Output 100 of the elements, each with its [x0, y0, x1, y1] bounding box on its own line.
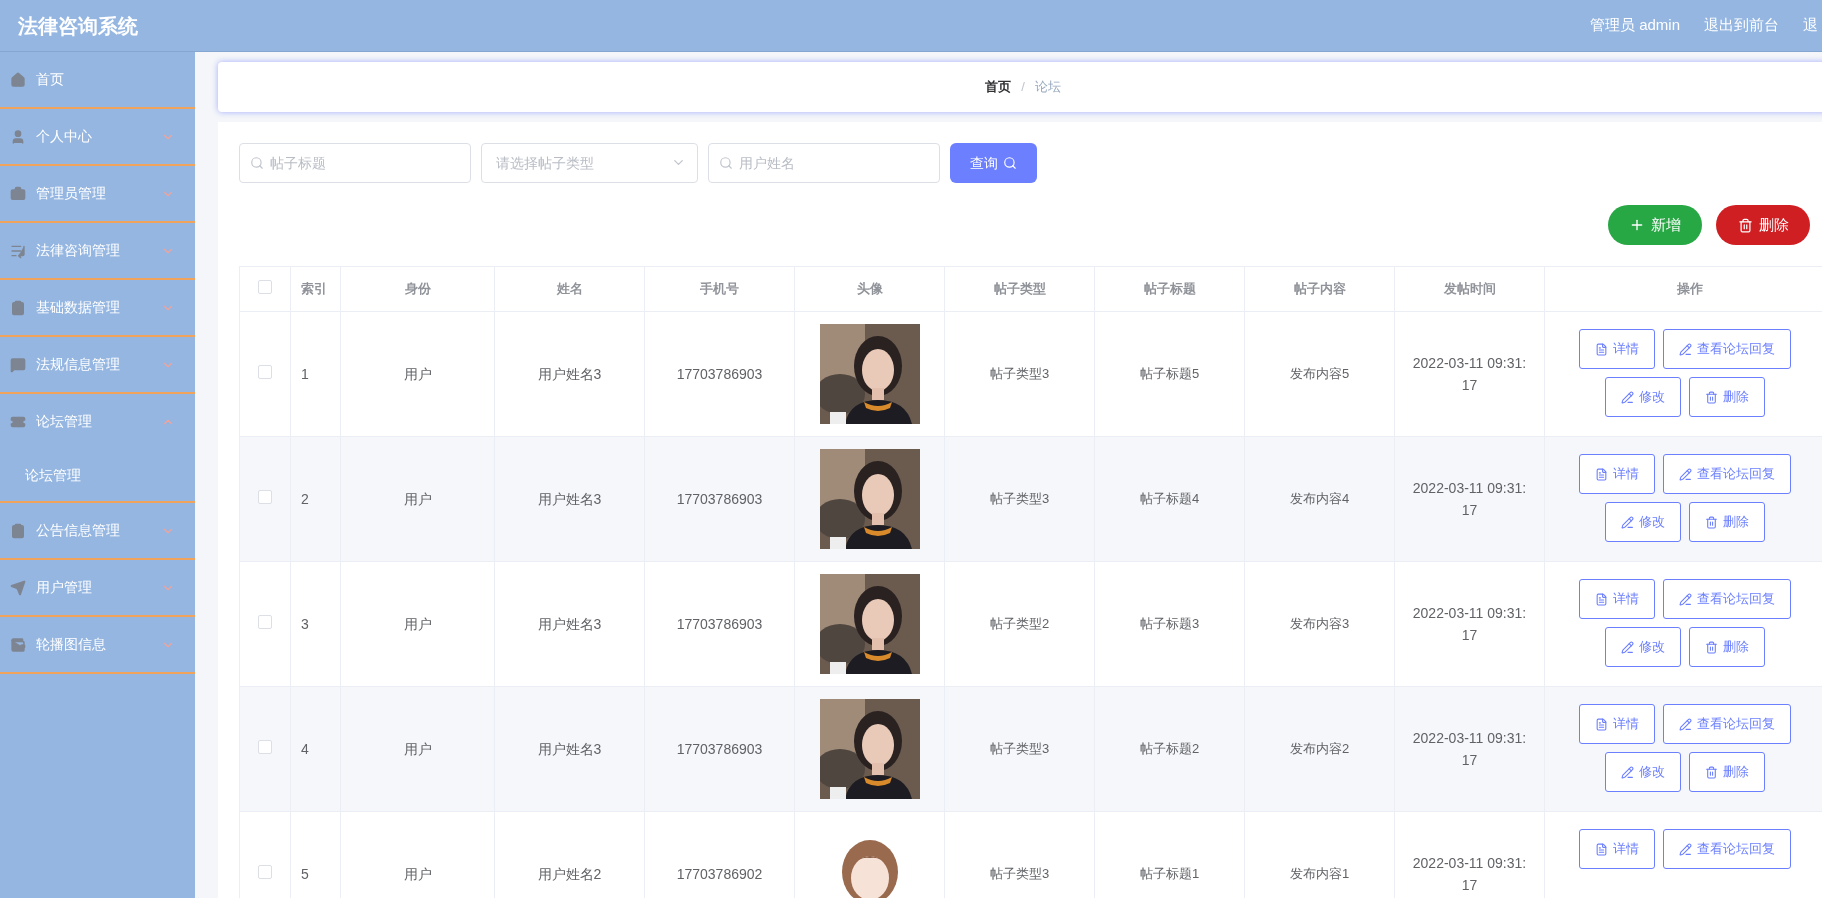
breadcrumb-link[interactable]: 首页 [985, 77, 1012, 97]
search-icon [250, 156, 264, 170]
pencil-icon [1621, 390, 1634, 404]
detail-button[interactable]: 详情 [1579, 329, 1655, 369]
document-icon [1595, 342, 1608, 356]
trash-icon [1705, 515, 1718, 529]
checkbox[interactable] [258, 614, 272, 629]
table-cell: 发布内容4 [1244, 436, 1395, 562]
sidebar-item[interactable]: 公告信息管理 [0, 503, 195, 558]
plus-icon [1629, 217, 1645, 233]
sidebar-item[interactable]: 法律咨询管理 [0, 223, 195, 278]
search-field[interactable]: 用户姓名 [708, 143, 940, 183]
header-link[interactable]: 退出到前台 [1704, 14, 1779, 37]
breadcrumb-separator: / [1021, 78, 1025, 97]
reply-button[interactable]: 查看论坛回复 [1663, 704, 1791, 744]
column-header: 发帖时间 [1394, 266, 1545, 312]
checkbox[interactable] [258, 864, 272, 879]
delete-button[interactable]: 删除 [1716, 205, 1810, 245]
sidebar-item[interactable]: 用户管理 [0, 560, 195, 615]
detail-button[interactable]: 详情 [1579, 454, 1655, 494]
table-cell: 用户姓名3 [494, 436, 645, 562]
trash-icon [1737, 217, 1753, 233]
edit-button[interactable]: 修改 [1605, 502, 1681, 542]
pencil-icon [1621, 640, 1634, 654]
table-cell: 发布内容2 [1244, 686, 1395, 812]
table-cell: 2022-03-11 09:31:17 [1394, 561, 1545, 687]
header-link[interactable]: 管理员 admin [1589, 14, 1680, 37]
header-link[interactable]: 退 [1803, 14, 1818, 37]
checkbox[interactable] [258, 279, 272, 294]
reply-button[interactable]: 查看论坛回复 [1663, 329, 1791, 369]
sidebar-item[interactable]: 基础数据管理 [0, 280, 195, 335]
detail-button[interactable]: 详情 [1579, 704, 1655, 744]
type-select[interactable]: 请选择帖子类型 [481, 143, 698, 183]
reply-button[interactable]: 查看论坛回复 [1663, 829, 1791, 869]
table-cell: 用户姓名3 [494, 561, 645, 687]
table-cell: 17703786903 [644, 436, 795, 562]
edit-button[interactable]: 修改 [1605, 752, 1681, 792]
sidebar-item[interactable]: 首页 [0, 52, 195, 107]
table-cell: 2 [290, 436, 341, 562]
trash-icon [1705, 765, 1718, 779]
table-cell: 用户姓名3 [494, 311, 645, 437]
sidebar-item[interactable]: 法规信息管理 [0, 337, 195, 392]
pencil-icon [1679, 842, 1692, 856]
edit-button[interactable]: 修改 [1605, 377, 1681, 417]
table-cell: 2022-03-11 09:31:17 [1394, 436, 1545, 562]
user-icon [10, 128, 26, 145]
pencil-icon [1679, 592, 1692, 606]
column-header: 帖子内容 [1244, 266, 1395, 312]
edit-button[interactable]: 修改 [1605, 627, 1681, 667]
chat-icon [10, 356, 26, 373]
pencil-icon [1621, 515, 1634, 529]
checkbox[interactable] [258, 489, 272, 504]
checkbox[interactable] [258, 364, 272, 379]
column-header: 姓名 [494, 266, 645, 312]
table-cell: 发布内容5 [1244, 311, 1395, 437]
clipboard-icon [10, 522, 26, 539]
pencil-icon [1679, 467, 1692, 481]
table-cell: 1 [290, 311, 341, 437]
pencil-icon [1679, 717, 1692, 731]
home-icon [10, 71, 26, 88]
table-cell: 发布内容3 [1244, 561, 1395, 687]
table-cell: 用户姓名3 [494, 686, 645, 812]
column-header: 帖子类型 [944, 266, 1095, 312]
table-cell: 17703786903 [644, 311, 795, 437]
pencil-icon [1621, 765, 1634, 779]
search-field[interactable]: 帖子标题 [239, 143, 471, 183]
query-button[interactable]: 查询 [950, 143, 1037, 183]
table-cell: 用户 [340, 561, 495, 687]
table-cell: 17703786903 [644, 686, 795, 812]
column-header: 手机号 [644, 266, 795, 312]
reply-button[interactable]: 查看论坛回复 [1663, 454, 1791, 494]
document-icon [1595, 717, 1608, 731]
table-cell: 帖子标题5 [1094, 311, 1245, 437]
sidebar-item[interactable]: 个人中心 [0, 109, 195, 164]
table-cell: 2022-03-11 09:31:17 [1394, 686, 1545, 812]
detail-button[interactable]: 详情 [1579, 829, 1655, 869]
sidebar-item[interactable]: 论坛管理 [0, 394, 195, 449]
sidebar-item[interactable]: 管理员管理 [0, 166, 195, 221]
reply-button[interactable]: 查看论坛回复 [1663, 579, 1791, 619]
detail-button[interactable]: 详情 [1579, 579, 1655, 619]
table-cell: 帖子类型3 [944, 436, 1095, 562]
clipboard-icon [10, 299, 26, 316]
delete-button[interactable]: 删除 [1689, 627, 1765, 667]
delete-button[interactable]: 删除 [1689, 377, 1765, 417]
sidebar-item[interactable]: 轮播图信息 [0, 617, 195, 672]
table-cell: 17703786903 [644, 561, 795, 687]
table-cell: 用户 [340, 436, 495, 562]
delete-button[interactable]: 删除 [1689, 752, 1765, 792]
add-button[interactable]: 新增 [1608, 205, 1702, 245]
wallet-icon [10, 636, 26, 653]
checkbox[interactable] [258, 739, 272, 754]
table-cell: 4 [290, 686, 341, 812]
app-title: 法律咨询系统 [18, 13, 138, 39]
delete-button[interactable]: 删除 [1689, 502, 1765, 542]
column-header: 帖子标题 [1094, 266, 1245, 312]
table-cell: 帖子类型3 [944, 311, 1095, 437]
document-icon [1595, 592, 1608, 606]
table-cell: 用户 [340, 311, 495, 437]
sidebar-subitem[interactable]: 论坛管理 [0, 449, 195, 501]
breadcrumb-link[interactable]: 论坛 [1034, 77, 1061, 97]
